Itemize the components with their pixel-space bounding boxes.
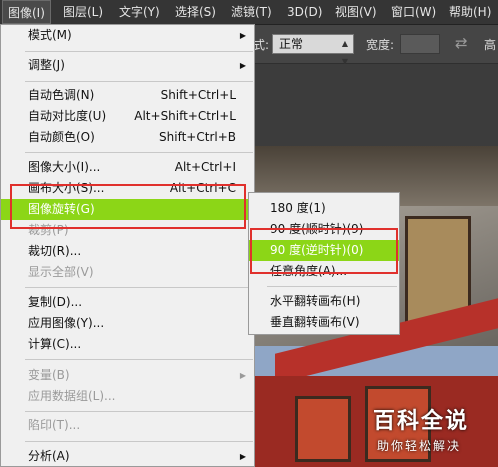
annotation-box-rotation [10,184,246,229]
menu-item-reveal-all: 显示全部(V) [1,262,254,283]
watermark-logo: 百科全说 助你轻松解决 [365,403,487,458]
menu-3d[interactable]: 3D(D) [282,0,327,24]
menu-bar: 图像(I) 图层(L) 文字(Y) 选择(S) 滤镜(T) 3D(D) 视图(V… [0,0,498,25]
submenu-arrow-icon: ▶ [239,61,246,70]
photo-panel [295,396,351,462]
menu-item-apply-data-set: 应用数据组(L)... [1,386,254,407]
menu-filter[interactable]: 滤镜(T) [226,0,277,24]
submenu-item-label: 180 度(1) [270,201,326,215]
menu-type[interactable]: 文字(Y) [114,0,165,24]
menu-item-adjust[interactable]: 调整(J) ▶ [1,55,254,76]
menu-divider [25,287,253,288]
menu-item-shortcut: Alt+Shift+Ctrl+L [134,109,236,123]
menu-item-label: 自动颜色(O) [28,130,95,144]
menu-item-label: 计算(C)... [28,337,82,351]
style-value: 正常 [279,37,304,51]
image-menu: 模式(M) ▶ 调整(J) ▶ 自动色调(N) Shift+Ctrl+L 自动对… [0,24,255,467]
menu-divider [25,51,253,52]
menu-item-label: 显示全部(V) [28,265,94,279]
menu-item-apply-image[interactable]: 应用图像(Y)... [1,313,254,334]
menu-select[interactable]: 选择(S) [170,0,221,24]
menu-item-variables: 变量(B) ▶ [1,365,254,386]
submenu-item-label: 垂直翻转画布(V) [270,315,360,329]
menu-image[interactable]: 图像(I) [2,0,51,24]
menu-item-label: 变量(B) [28,368,70,382]
menu-item-label: 自动对比度(U) [28,109,107,123]
submenu-arrow-icon: ▶ [239,371,246,380]
menu-item-image-size[interactable]: 图像大小(I)... Alt+Ctrl+I [1,157,254,178]
menu-item-analysis[interactable]: 分析(A) ▶ [1,446,254,467]
menu-item-shortcut: Alt+Ctrl+I [174,160,236,174]
menu-view[interactable]: 视图(V) [330,0,382,24]
menu-item-duplicate[interactable]: 复制(D)... [1,292,254,313]
menu-item-label: 自动色调(N) [28,88,95,102]
menu-item-label: 复制(D)... [28,295,83,309]
width-label: 宽度: [366,38,395,52]
menu-help[interactable]: 帮助(H) [444,0,496,24]
menu-divider [25,411,253,412]
menu-item-auto-color[interactable]: 自动颜色(O) Shift+Ctrl+B [1,127,254,148]
submenu-item-rotate-180[interactable]: 180 度(1) [249,198,399,219]
watermark-title: 百科全说 [373,409,470,434]
width-input[interactable] [400,34,440,54]
menu-item-auto-contrast[interactable]: 自动对比度(U) Alt+Shift+Ctrl+L [1,106,254,127]
submenu-item-flip-horizontal[interactable]: 水平翻转画布(H) [249,291,399,312]
menu-item-label: 应用数据组(L)... [28,389,116,403]
style-label: 式: [253,38,270,52]
menu-item-label: 裁切(R)... [28,244,82,258]
menu-item-label: 陷印(T)... [28,418,81,432]
menu-item-calculations[interactable]: 计算(C)... [1,334,254,355]
swap-icon[interactable]: ⇄ [455,34,468,52]
menu-item-label: 调整(J) [28,58,65,72]
annotation-box-ccw [250,228,398,274]
menu-layer[interactable]: 图层(L) [58,0,108,24]
height-label: 高 [484,38,497,52]
menu-divider [25,152,253,153]
style-select[interactable]: 正常 ▲ ▼ [272,34,354,66]
submenu-item-label: 水平翻转画布(H) [270,294,361,308]
menu-divider [267,286,397,287]
menu-item-shortcut: Shift+Ctrl+L [160,88,236,102]
menu-window[interactable]: 窗口(W) [386,0,441,24]
menu-item-label: 图像大小(I)... [28,160,101,174]
watermark-subtitle: 助你轻松解决 [377,439,462,453]
menu-item-trap: 陷印(T)... [1,415,254,436]
menu-divider [25,359,253,360]
menu-divider [25,81,253,82]
menu-item-trim[interactable]: 裁切(R)... [1,241,254,262]
menu-item-label: 分析(A) [28,449,70,463]
menu-item-label: 模式(M) [28,28,72,42]
submenu-arrow-icon: ▶ [239,31,246,40]
submenu-item-flip-vertical[interactable]: 垂直翻转画布(V) [249,312,399,333]
menu-item-label: 应用图像(Y)... [28,316,105,330]
menu-item-mode[interactable]: 模式(M) ▶ [1,25,254,46]
menu-item-shortcut: Shift+Ctrl+B [159,130,236,144]
menu-divider [25,441,253,442]
submenu-arrow-icon: ▶ [239,452,246,461]
menu-item-auto-tone[interactable]: 自动色调(N) Shift+Ctrl+L [1,85,254,106]
